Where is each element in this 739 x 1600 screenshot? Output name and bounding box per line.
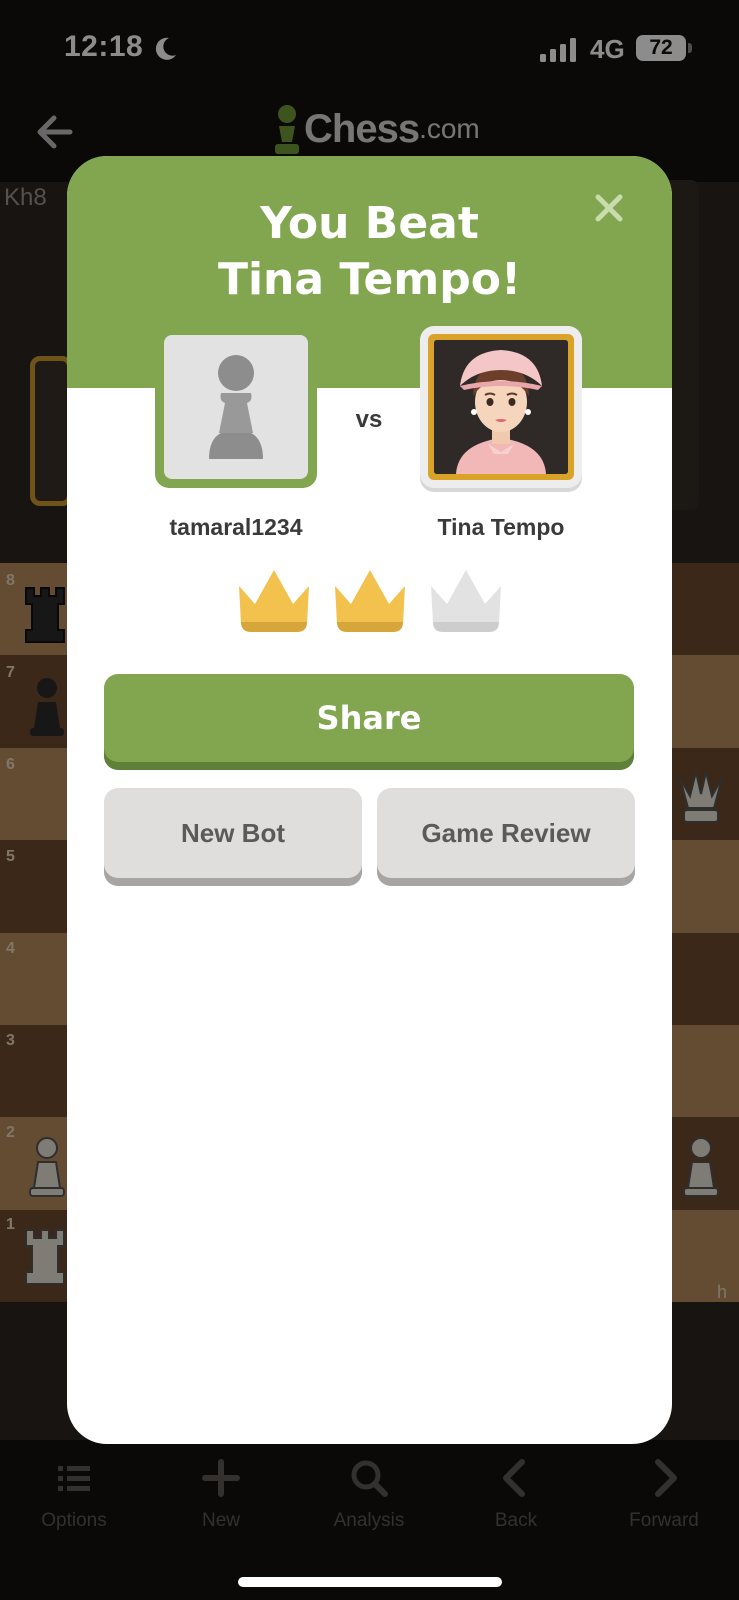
home-indicator[interactable] <box>238 1577 502 1587</box>
crown-icon <box>335 570 405 632</box>
opponent-name: Tina Tempo <box>437 514 565 540</box>
share-button-label: Share <box>316 699 422 737</box>
share-button[interactable]: Share <box>104 674 634 770</box>
bot-portrait-icon <box>434 340 568 474</box>
result-title-line-1: You Beat <box>260 198 479 249</box>
game-result-modal: You Beat Tina Tempo! vs tamaral1234 Tina… <box>67 156 672 1444</box>
opponent-avatar[interactable] <box>420 326 582 488</box>
result-title: You Beat Tina Tempo! <box>67 196 672 308</box>
game-review-button[interactable]: Game Review <box>377 788 635 886</box>
new-bot-button[interactable]: New Bot <box>104 788 362 886</box>
opponent-avatar-frame <box>428 334 574 480</box>
vs-label: vs <box>355 406 383 433</box>
player-avatar[interactable] <box>155 326 317 488</box>
player-name: tamaral1234 <box>169 514 303 540</box>
crown-icon <box>431 570 501 632</box>
game-review-button-label: Game Review <box>421 817 591 848</box>
player-avatar-inner <box>164 335 308 479</box>
crown-rating <box>235 564 505 636</box>
opponent-portrait <box>434 340 568 474</box>
new-bot-button-label: New Bot <box>181 817 285 848</box>
pawn-avatar-icon <box>209 355 263 459</box>
result-title-line-2: Tina Tempo! <box>217 254 522 305</box>
crown-icon <box>239 570 309 632</box>
